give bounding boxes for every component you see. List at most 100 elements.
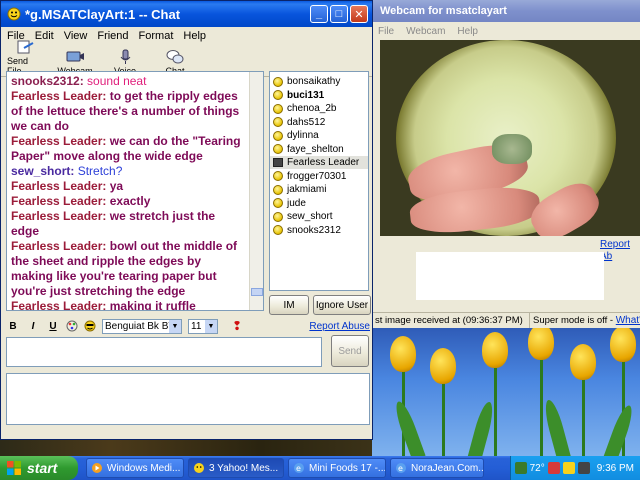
- user-list-item[interactable]: snooks2312: [270, 224, 368, 237]
- menu-view[interactable]: View: [64, 30, 88, 42]
- smiley-icon: [273, 198, 283, 208]
- message-sender[interactable]: sew_short:: [11, 164, 74, 178]
- task-mini-foods[interactable]: e Mini Foods 17 -...: [288, 458, 386, 478]
- webcam-titlebar[interactable]: Webcam for msatclayart: [372, 0, 640, 22]
- webcam-menu-file[interactable]: File: [378, 26, 394, 37]
- smiley-icon: [273, 117, 283, 127]
- tray-app-icon[interactable]: [547, 462, 560, 474]
- bold-button[interactable]: B: [6, 321, 20, 332]
- message-sender[interactable]: Fearless Leader:: [11, 299, 106, 310]
- weather-temperature[interactable]: 72°: [530, 463, 545, 474]
- underline-button[interactable]: U: [46, 321, 60, 332]
- message-sender[interactable]: Fearless Leader:: [11, 89, 106, 103]
- report-abuse-link[interactable]: Report Abuse: [309, 321, 370, 332]
- format-toolbar: B I U Benguiat Bk BT ▼ 11 ▼ ❢ Report Abu…: [6, 317, 370, 335]
- italic-button[interactable]: I: [26, 321, 40, 332]
- tulip-flower: [528, 324, 554, 360]
- windows-flag-icon: [7, 461, 21, 475]
- user-list-item[interactable]: frogger70301: [270, 170, 368, 183]
- send-file-icon: [17, 40, 34, 54]
- user-name: chenoa_2b: [287, 103, 337, 114]
- chevron-down-icon: ▼: [169, 319, 181, 333]
- media-player-icon: [92, 463, 102, 473]
- scrollbar-thumb[interactable]: [251, 288, 263, 296]
- start-button[interactable]: start: [0, 456, 78, 480]
- user-list-item[interactable]: faye_shelton: [270, 143, 368, 156]
- tulip-stem: [582, 378, 585, 456]
- user-name: jude: [287, 197, 306, 209]
- user-list-item[interactable]: buci131: [270, 89, 368, 102]
- close-button[interactable]: ✕: [350, 5, 368, 23]
- tulip-leaf: [467, 400, 497, 456]
- chat-titlebar[interactable]: *g.MSATClayArt:1 -- Chat _ □ ✕: [1, 1, 372, 27]
- message-sender[interactable]: Fearless Leader:: [11, 209, 106, 223]
- chat-lower-panel: [6, 373, 370, 425]
- font-select[interactable]: Benguiat Bk BT ▼: [102, 318, 182, 334]
- chat-window[interactable]: *g.MSATClayArt:1 -- Chat _ □ ✕ File Edit…: [0, 0, 373, 440]
- tray-app-icon[interactable]: [577, 462, 590, 474]
- tulip-stem: [540, 358, 543, 456]
- webcam-menu-webcam[interactable]: Webcam: [406, 26, 445, 37]
- task-norajean[interactable]: e NoraJean.Com...: [390, 458, 484, 478]
- menu-friend[interactable]: Friend: [97, 30, 128, 42]
- maximize-button[interactable]: □: [330, 5, 348, 23]
- ignore-user-button[interactable]: Ignore User: [313, 295, 371, 315]
- font-size-select[interactable]: 11 ▼: [188, 318, 218, 334]
- tray-app-icon[interactable]: [514, 462, 527, 474]
- message-text: Stretch?: [77, 164, 123, 178]
- webcam-statusbar: st image received at (09:36:37 PM) Super…: [372, 312, 640, 328]
- yahoo-messenger-icon: [194, 463, 204, 473]
- alert-icon[interactable]: ❢: [232, 319, 242, 333]
- chat-message-area[interactable]: snooks2312: sound neat Fearless Leader: t…: [6, 71, 264, 311]
- chat-message: Fearless Leader: bowl out the middle of …: [11, 239, 259, 299]
- menu-help[interactable]: Help: [183, 30, 206, 42]
- user-list-item[interactable]: dylinna: [270, 129, 368, 142]
- webcam-icon: [66, 51, 84, 62]
- minimize-button[interactable]: _: [310, 5, 328, 23]
- user-list-item[interactable]: Fearless Leader: [270, 156, 368, 169]
- message-text: ya: [109, 179, 124, 193]
- user-name: dahs512: [287, 116, 326, 128]
- chat-message: snooks2312: sound neat: [11, 74, 259, 89]
- user-list-item[interactable]: dahs512: [270, 116, 368, 129]
- menu-format[interactable]: Format: [139, 30, 174, 42]
- tulip-flower: [482, 332, 508, 368]
- webcam-menu-help[interactable]: Help: [457, 26, 478, 37]
- user-name: sew_short: [287, 211, 333, 222]
- whats-this-link[interactable]: What's th: [616, 315, 640, 326]
- taskbar: start Windows Medi... 3 Yahoo! Mes... e …: [0, 456, 640, 480]
- chat-message: Fearless Leader: we stretch just the edg…: [11, 209, 259, 239]
- task-windows-media[interactable]: Windows Medi...: [86, 458, 184, 478]
- send-button[interactable]: Send: [331, 335, 369, 367]
- user-list-item[interactable]: jude: [270, 197, 368, 210]
- color-palette-icon[interactable]: [66, 320, 78, 332]
- smiley-icon: [273, 184, 283, 195]
- message-text: making it ruffle: [109, 299, 196, 311]
- message-list: snooks2312: sound neat Fearless Leader: t…: [11, 74, 259, 311]
- user-list-item[interactable]: bonsaikathy: [270, 75, 368, 88]
- emoticon-icon[interactable]: [84, 320, 96, 332]
- user-list-item[interactable]: chenoa_2b: [270, 102, 368, 115]
- user-name: faye_shelton: [287, 143, 344, 155]
- message-input[interactable]: [6, 337, 322, 367]
- clock[interactable]: 9:36 PM: [597, 463, 634, 474]
- browser-icon: e: [294, 463, 304, 473]
- chat-menubar: File Edit View Friend Format Help: [1, 27, 372, 45]
- tray-messenger-icon[interactable]: [562, 462, 575, 474]
- user-name: snooks2312: [287, 224, 341, 236]
- message-sender[interactable]: Fearless Leader:: [11, 239, 106, 253]
- message-sender[interactable]: snooks2312:: [11, 74, 84, 88]
- message-sender[interactable]: Fearless Leader:: [11, 179, 106, 193]
- message-sender[interactable]: Fearless Leader:: [11, 194, 106, 208]
- user-list[interactable]: bonsaikathy buci131 chenoa_2b dahs512 dylinn…: [269, 71, 369, 291]
- im-button[interactable]: IM: [269, 295, 309, 315]
- user-list-item[interactable]: jakmiami: [270, 183, 368, 196]
- task-yahoo-messenger[interactable]: 3 Yahoo! Mes...: [188, 458, 284, 478]
- chat-title: *g.MSATClayArt:1 -- Chat: [25, 6, 181, 22]
- message-sender[interactable]: Fearless Leader:: [11, 134, 106, 148]
- message-text: sound neat: [87, 74, 147, 88]
- user-list-item[interactable]: sew_short: [270, 210, 368, 223]
- smiley-icon: [273, 90, 283, 100]
- webcam-report-abuse-link[interactable]: Report Ab: [600, 238, 640, 262]
- message-scrollbar[interactable]: [249, 72, 263, 310]
